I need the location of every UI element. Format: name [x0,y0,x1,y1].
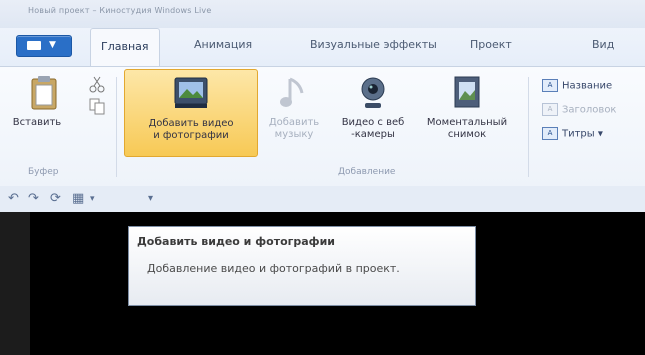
title-bar: Новый проект – Киностудия Windows Live [0,0,645,28]
tab-view[interactable]: Вид [592,38,614,51]
tab-home[interactable]: Главная [90,28,160,67]
caption-label: Заголовок [562,104,617,116]
tab-project[interactable]: Проект [470,38,512,51]
copy-icon[interactable] [88,97,106,115]
quick-access-toolbar: ↶ ↷ ⟳ ▦ ▾ ▾ [0,186,645,212]
group-label-clipboard: Буфер [28,167,59,177]
tooltip-title: Добавить видео и фотографии [137,235,335,248]
chevron-down-icon[interactable]: ▾ [90,194,95,204]
snapshot-button[interactable]: Моментальный снимок [422,73,512,153]
app-menu-icon [27,41,41,50]
tab-animation[interactable]: Анимация [194,38,252,51]
caption-button[interactable]: A Заголовок [542,103,616,116]
add-music-label-1: Добавить [268,117,320,128]
tab-visual-effects[interactable]: Визуальные эффекты [310,38,437,51]
refresh-icon[interactable]: ⟳ [50,191,61,206]
add-music-label-2: музыку [274,129,314,140]
paste-button[interactable]: Вставить [0,73,74,143]
add-video-photos-label-1: Добавить видео [148,118,234,129]
clipboard-icon [31,76,57,110]
group-label-add: Добавление [338,167,396,177]
add-video-photos-label-2: и фотографии [153,130,229,141]
redo-icon[interactable]: ↷ [28,191,39,206]
undo-icon[interactable]: ↶ [8,191,19,206]
snapshot-label-1: Моментальный [426,117,508,128]
tooltip-body: Добавление видео и фотографий в проект. [147,262,400,275]
tooltip: Добавить видео и фотографии Добавление в… [128,226,476,306]
music-note-icon [280,77,304,107]
chevron-down-icon: ▼ [49,40,56,50]
webcam-video-button[interactable]: Видео с веб -камеры [330,73,416,153]
group-separator [116,77,117,177]
title-label: Название [562,80,613,92]
title-icon: A [542,79,558,92]
customize-toolbar-icon[interactable]: ▾ [148,193,153,204]
caption-icon: A [542,103,558,116]
preview-edge [0,212,30,355]
scissors-icon[interactable] [88,75,106,93]
ribbon-tab-row: ▼ Главная Анимация Визуальные эффекты Пр… [0,28,645,67]
credits-label: Титры [562,128,595,140]
webcam-label-2: -камеры [351,129,395,140]
chevron-down-icon: ▾ [597,128,603,140]
credits-button[interactable]: A Титры ▾ [542,127,603,140]
file-menu-button[interactable]: ▼ [16,35,72,57]
window-title: Новый проект – Киностудия Windows Live [28,6,212,15]
group-separator [528,77,529,177]
snapshot-label-2: снимок [447,129,487,140]
credits-icon: A [542,127,558,140]
add-video-photos-button[interactable]: Добавить видео и фотографии [124,69,258,157]
title-button[interactable]: A Название [542,79,612,92]
ribbon: Вставить Буфер Добавить видео и фотограф… [0,66,645,188]
screen-icon[interactable]: ▦ [72,191,84,206]
webcam-label-1: Видео с веб [341,117,405,128]
snapshot-icon [454,76,480,108]
paste-label: Вставить [12,117,62,128]
video-photo-icon [174,77,208,108]
webcam-icon [361,77,385,108]
add-music-button[interactable]: Добавить музыку [258,73,330,153]
